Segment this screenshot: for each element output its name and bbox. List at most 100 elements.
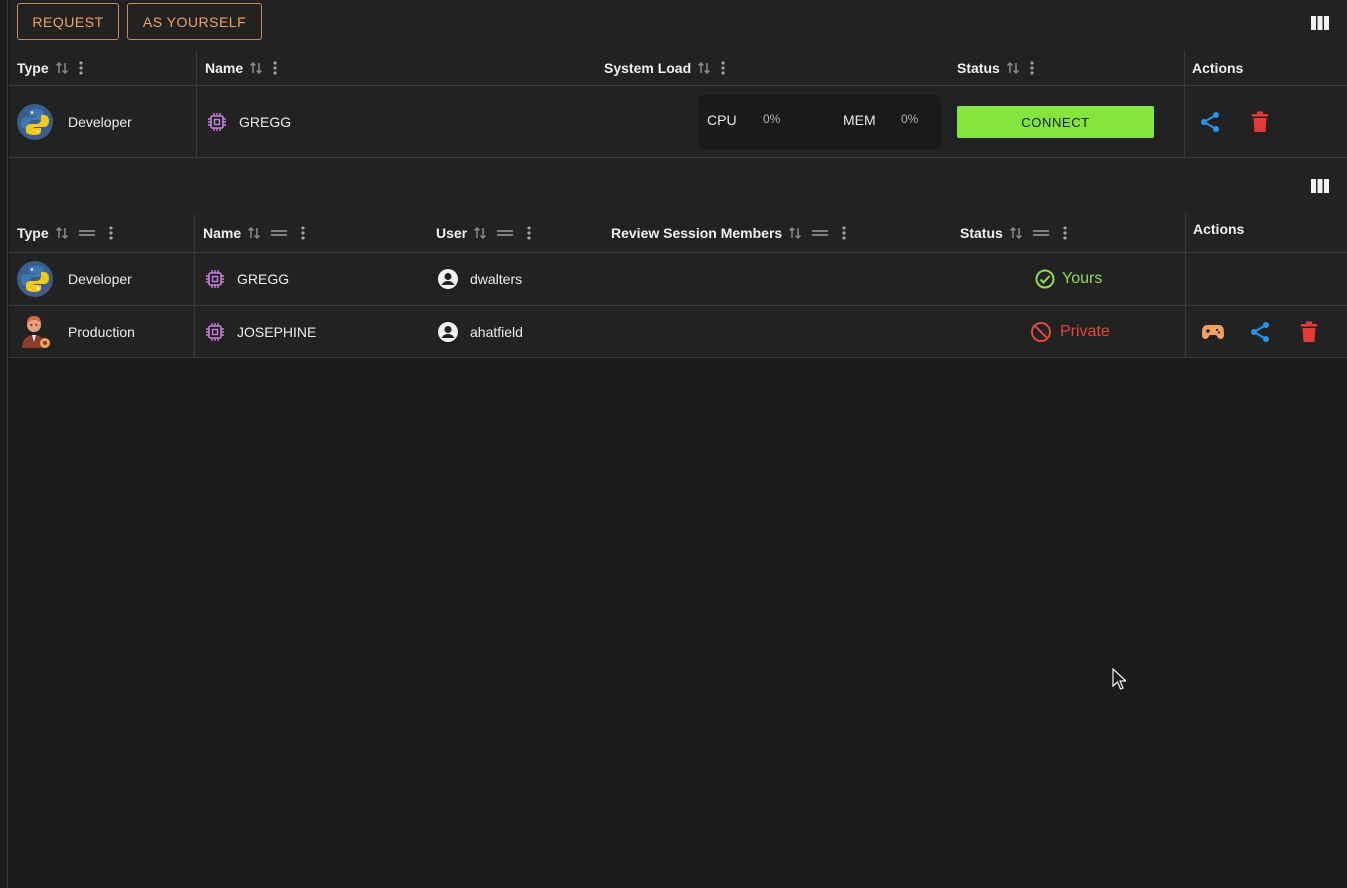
column-divider xyxy=(1185,253,1186,306)
user-cell: dwalters xyxy=(437,268,522,290)
sort-icon[interactable] xyxy=(473,226,487,240)
connect-button[interactable]: CONNECT xyxy=(957,106,1154,138)
cpu-value: 0% xyxy=(763,112,781,126)
drag-handle-icon[interactable] xyxy=(497,229,514,237)
sort-icon[interactable] xyxy=(1009,226,1023,240)
header-name[interactable]: Name xyxy=(203,214,305,252)
header-name-label: Name xyxy=(205,59,244,76)
table-row: Developer GREGG CPU 0% MEM 0% CONNECT xyxy=(9,86,1347,158)
bottom-table-header: Type Name User Review Session Members St… xyxy=(9,214,1347,253)
sort-icon[interactable] xyxy=(788,226,802,240)
sort-icon[interactable] xyxy=(55,226,69,240)
check-circle-icon xyxy=(1035,269,1055,289)
column-divider xyxy=(194,253,195,306)
header-system-load-label: System Load xyxy=(604,59,692,76)
sort-icon[interactable] xyxy=(1006,61,1020,75)
header-actions-label: Actions xyxy=(1193,221,1245,237)
column-menu-icon[interactable] xyxy=(109,226,113,240)
python-icon xyxy=(17,261,53,297)
header-type[interactable]: Type xyxy=(17,214,113,252)
system-load-box: CPU 0% MEM 0% xyxy=(698,95,941,149)
block-icon xyxy=(1031,322,1051,342)
table-row: Production JOSEPHINE ahatfield Private xyxy=(9,306,1347,358)
header-actions-label: Actions xyxy=(1192,59,1244,76)
status-label: Yours xyxy=(1062,270,1103,287)
column-menu-icon[interactable] xyxy=(273,60,277,75)
header-type-label: Type xyxy=(17,225,49,241)
header-user-label: User xyxy=(436,225,468,241)
column-divider xyxy=(196,86,197,158)
sort-icon[interactable] xyxy=(247,226,261,240)
share-icon[interactable] xyxy=(1199,111,1221,133)
column-menu-icon[interactable] xyxy=(721,60,725,75)
header-actions: Actions xyxy=(1192,50,1243,85)
column-divider xyxy=(196,50,197,86)
top-table-header: Type Name System Load Status Actions xyxy=(9,50,1347,86)
sessions-panel: REQUEST AS YOURSELF Type Name System Loa… xyxy=(9,0,1347,158)
table-row: Developer GREGG dwalters Yours xyxy=(9,253,1347,306)
as-yourself-button[interactable]: AS YOURSELF xyxy=(127,3,262,40)
name-label: GREGG xyxy=(239,114,292,130)
trash-icon[interactable] xyxy=(1300,321,1318,343)
column-menu-icon[interactable] xyxy=(527,226,531,240)
user-label: ahatfield xyxy=(470,324,523,340)
header-status[interactable]: Status xyxy=(957,50,1034,85)
chip-icon xyxy=(208,113,226,131)
header-user[interactable]: User xyxy=(436,214,531,252)
header-status-label: Status xyxy=(960,225,1003,241)
name-label: JOSEPHINE xyxy=(237,324,317,340)
column-divider xyxy=(1184,86,1185,158)
share-icon[interactable] xyxy=(1249,321,1271,343)
sort-icon[interactable] xyxy=(697,61,711,75)
sort-icon[interactable] xyxy=(55,61,69,75)
drag-handle-icon[interactable] xyxy=(271,229,288,237)
user-cell: ahatfield xyxy=(437,321,523,343)
account-circle-icon xyxy=(438,322,458,342)
mem-label: MEM xyxy=(843,112,876,128)
name-cell: GREGG xyxy=(205,268,289,290)
columns-icon[interactable] xyxy=(1310,178,1330,194)
trash-icon[interactable] xyxy=(1251,111,1269,133)
header-type[interactable]: Type xyxy=(17,50,83,85)
column-menu-icon[interactable] xyxy=(842,226,846,240)
column-menu-icon[interactable] xyxy=(79,60,83,75)
gamepad-icon[interactable] xyxy=(1202,323,1224,341)
mem-value: 0% xyxy=(901,112,919,126)
drag-handle-icon[interactable] xyxy=(812,229,829,237)
header-status[interactable]: Status xyxy=(960,214,1067,252)
account-circle-icon xyxy=(438,269,458,289)
column-menu-icon[interactable] xyxy=(1030,60,1034,75)
name-cell: GREGG xyxy=(207,110,291,134)
header-status-label: Status xyxy=(957,59,1000,76)
column-menu-icon[interactable] xyxy=(301,226,305,240)
column-divider xyxy=(1185,214,1186,253)
status-cell: Private xyxy=(1030,321,1110,343)
header-system-load[interactable]: System Load xyxy=(604,50,725,85)
column-divider xyxy=(1184,50,1185,86)
review-sessions-panel: Type Name User Review Session Members St… xyxy=(9,158,1347,358)
type-cell: Developer xyxy=(17,104,132,140)
type-label: Developer xyxy=(68,114,132,130)
header-review-session-members[interactable]: Review Session Members xyxy=(611,214,846,252)
column-divider xyxy=(194,306,195,358)
sort-icon[interactable] xyxy=(249,61,263,75)
name-label: GREGG xyxy=(237,271,290,287)
name-cell: JOSEPHINE xyxy=(205,321,316,343)
chip-icon xyxy=(206,323,224,341)
drag-handle-icon[interactable] xyxy=(1032,229,1049,237)
header-name[interactable]: Name xyxy=(205,50,277,85)
mouse-cursor-icon xyxy=(1112,668,1126,690)
header-name-label: Name xyxy=(203,225,242,241)
type-label: Developer xyxy=(68,271,132,287)
header-type-label: Type xyxy=(17,59,49,76)
column-menu-icon[interactable] xyxy=(1063,226,1067,240)
status-label: Private xyxy=(1060,323,1110,340)
header-actions: Actions xyxy=(1193,210,1244,248)
request-button[interactable]: REQUEST xyxy=(17,3,119,40)
column-divider xyxy=(194,214,195,253)
drag-handle-icon[interactable] xyxy=(78,229,95,237)
cpu-label: CPU xyxy=(707,112,737,128)
type-label: Production xyxy=(68,324,135,340)
column-divider xyxy=(1185,306,1186,358)
columns-icon[interactable] xyxy=(1310,15,1330,31)
